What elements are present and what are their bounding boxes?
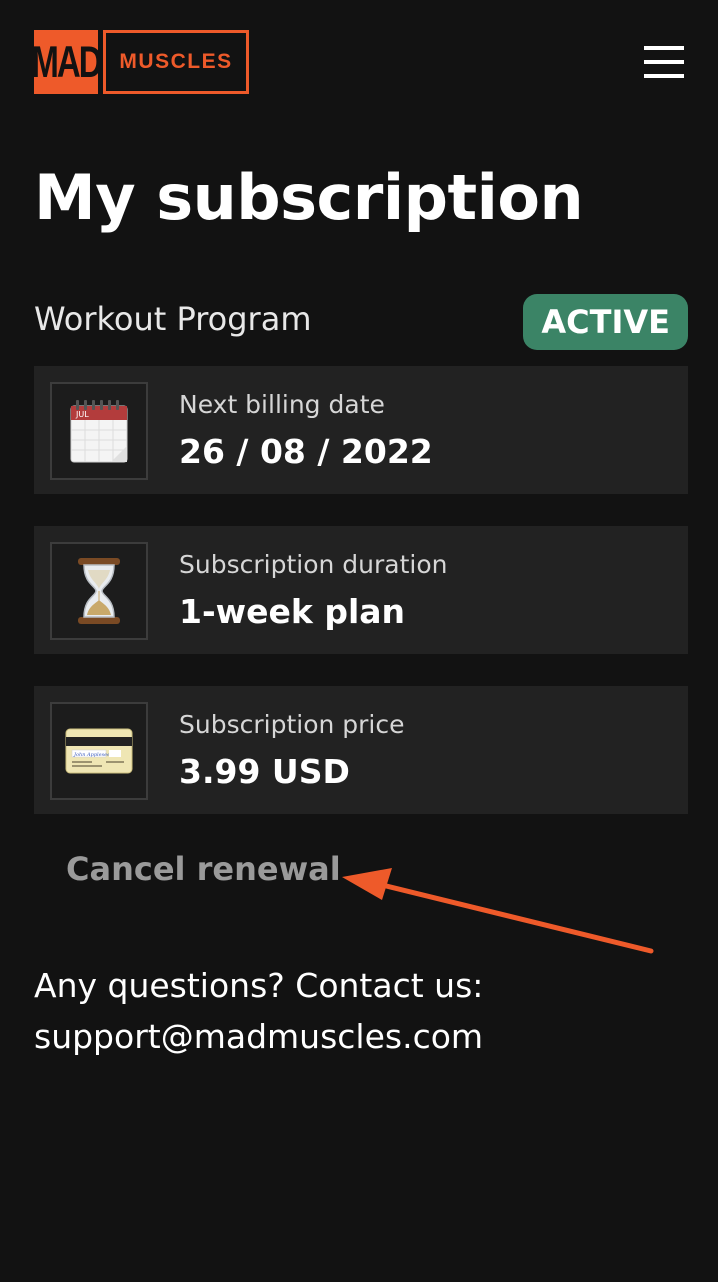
logo-muscles-text: MUSCLES [103,30,249,94]
next-billing-value: 26 / 08 / 2022 [179,432,433,471]
subscription-duration-card: Subscription duration 1-week plan [34,526,688,654]
annotation-arrow-icon [342,868,654,954]
contact-prompt: Any questions? Contact us: [34,966,484,1005]
subscription-price-label: Subscription price [179,710,405,739]
hamburger-icon-bar [644,74,684,78]
hamburger-icon-bar [644,60,684,64]
mad-muscles-logo[interactable]: MAD MUSCLES [34,30,249,94]
calendar-icon: JUL [50,382,148,480]
logo-mad-block: MAD [34,30,98,94]
page-title: My subscription [34,161,584,234]
next-billing-label: Next billing date [179,390,385,419]
program-row: Workout Program ACTIVE [34,294,688,350]
calendar-month-text: JUL [75,410,89,419]
hamburger-menu-button[interactable] [644,46,684,78]
next-billing-card: JUL Next billing date 26 / 08 / 2022 [34,366,688,494]
logo-mad-text: MAD [34,30,98,94]
subscription-duration-label: Subscription duration [179,550,448,579]
contact-section: Any questions? Contact us: support@madmu… [34,960,483,1062]
support-email-link[interactable]: support@madmuscles.com [34,1011,483,1062]
cancel-renewal-button[interactable]: Cancel renewal [66,850,341,888]
subscription-duration-value: 1-week plan [179,592,406,631]
subscription-price-card: John Appleseed Subscription price 3.99 U… [34,686,688,814]
status-badge: ACTIVE [523,294,688,350]
credit-card-icon: John Appleseed [50,702,148,800]
program-name: Workout Program [34,300,312,338]
hourglass-icon [50,542,148,640]
hamburger-icon [644,46,684,50]
subscription-price-value: 3.99 USD [179,752,350,791]
credit-card-name-text: John Appleseed [73,752,113,758]
header: MAD MUSCLES [34,30,686,94]
